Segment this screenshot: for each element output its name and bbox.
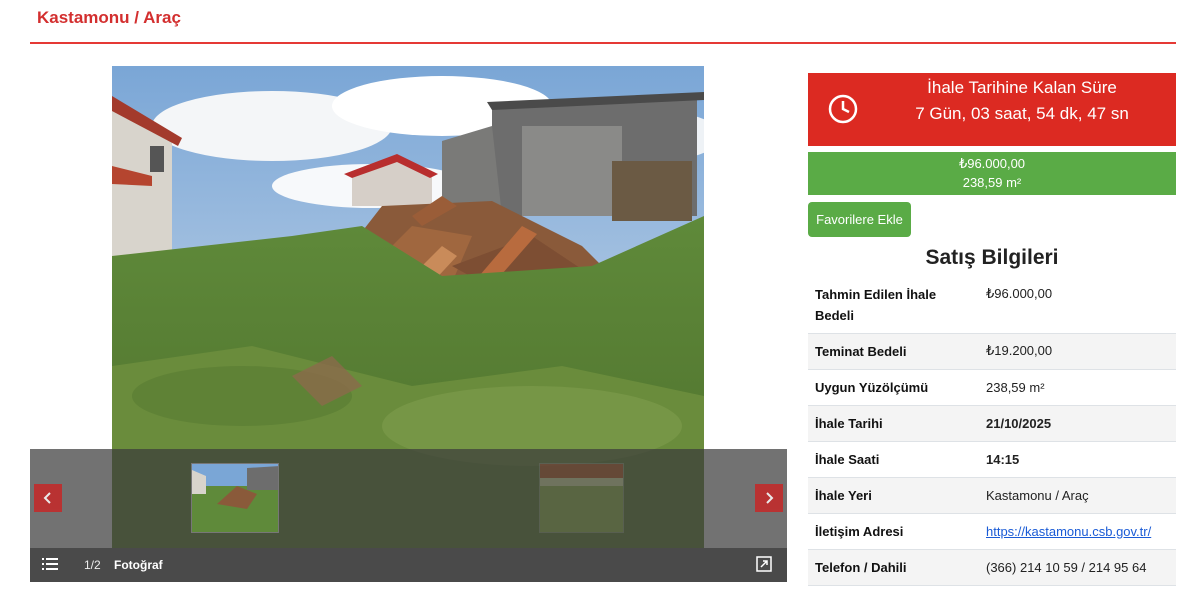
gallery-prev-button[interactable] [34, 484, 62, 512]
row-label: İletişim Adresi [808, 513, 979, 550]
thumbnail-2[interactable] [539, 463, 624, 533]
photo-caption: Fotoğraf [114, 558, 163, 572]
price-box: ₺96.000,00 238,59 m² [808, 152, 1176, 195]
table-row: İhale Saati 14:15 [808, 441, 1176, 478]
row-label: Teminat Bedeli [808, 333, 979, 370]
row-label: Tahmin Edilen İhale Bedeli [808, 278, 979, 334]
add-to-favorites-button[interactable]: Favorilere Ekle [808, 202, 911, 237]
photo-gallery: 1/2 Fotoğraf [30, 66, 787, 582]
price-area: 238,59 m² [962, 175, 1022, 190]
expand-icon[interactable] [756, 556, 772, 575]
sales-info-title: Satış Bilgileri [925, 246, 1059, 269]
gallery-toolbar: 1/2 Fotoğraf [30, 548, 787, 582]
row-value: 14:15 [979, 441, 1176, 478]
chevron-right-icon [766, 492, 774, 504]
gallery-next-button[interactable] [755, 484, 783, 512]
row-label: İhale Tarihi [808, 405, 979, 442]
table-row: İhale Yeri Kastamonu / Araç [808, 477, 1176, 514]
row-label: İhale Saati [808, 441, 979, 478]
table-row: İletişim Adresi https://kastamonu.csb.go… [808, 513, 1176, 550]
row-value: Kastamonu / Araç [979, 477, 1176, 514]
countdown-label: İhale Tarihine Kalan Süre [927, 78, 1117, 97]
row-value: 238,59 m² [979, 369, 1176, 406]
list-icon[interactable] [42, 557, 58, 574]
table-row: Telefon / Dahili (366) 214 10 59 / 214 9… [808, 549, 1176, 586]
countdown-time: 7 Gün, 03 saat, 54 dk, 47 sn [915, 104, 1129, 123]
price-amount: ₺96.000,00 [958, 156, 1026, 171]
row-label: Uygun Yüzölçümü [808, 369, 979, 406]
row-value: ₺19.200,00 [979, 333, 1176, 370]
row-label: Telefon / Dahili [808, 549, 979, 586]
table-row: Uygun Yüzölçümü 238,59 m² [808, 369, 1176, 406]
sales-info-table: Tahmin Edilen İhale Bedeli ₺96.000,00 Te… [808, 278, 1176, 586]
row-value: ₺96.000,00 [979, 278, 1176, 334]
contact-address-link[interactable]: https://kastamonu.csb.gov.tr/ [986, 524, 1151, 539]
auction-countdown: İhale Tarihine Kalan Süre 7 Gün, 03 saat… [808, 73, 1176, 146]
chevron-left-icon [43, 492, 51, 504]
table-row: İhale Tarihi 21/10/2025 [808, 405, 1176, 442]
table-row: Teminat Bedeli ₺19.200,00 [808, 333, 1176, 370]
clock-icon [828, 94, 858, 129]
table-row: Tahmin Edilen İhale Bedeli ₺96.000,00 [808, 278, 1176, 334]
title-divider [30, 42, 1176, 44]
thumbnail-strip [30, 449, 787, 548]
row-label: İhale Yeri [808, 477, 979, 514]
row-value: (366) 214 10 59 / 214 95 64 [979, 549, 1176, 586]
thumbnail-1[interactable] [191, 463, 279, 533]
page-title: Kastamonu / Araç [37, 8, 181, 27]
row-value: 21/10/2025 [979, 405, 1176, 442]
photo-counter: 1/2 [84, 558, 101, 572]
